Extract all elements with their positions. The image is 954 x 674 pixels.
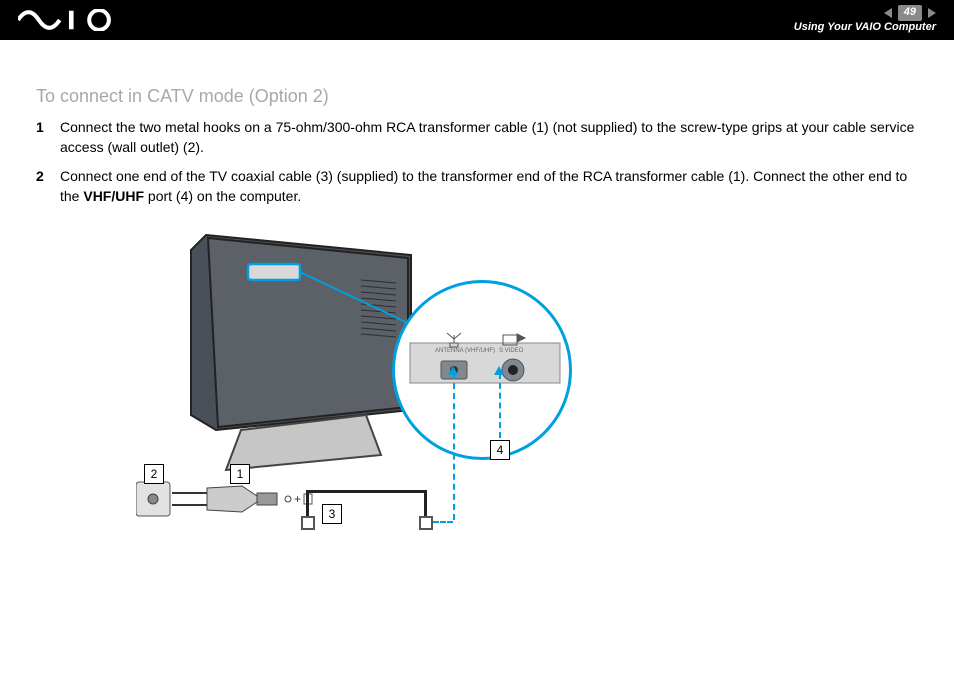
callout-2: 2 — [144, 464, 164, 484]
step-1-text: Connect the two metal hooks on a 75-ohm/… — [60, 119, 914, 155]
callout-1: 1 — [230, 464, 250, 484]
callout-line-4 — [499, 373, 501, 438]
header-right: 49 Using Your VAIO Computer — [794, 5, 936, 35]
step-2-text-b: port (4) on the computer. — [144, 188, 301, 204]
callout-line-3 — [453, 373, 455, 520]
callout-4: 4 — [490, 440, 510, 460]
page-content: To connect in CATV mode (Option 2) Conne… — [0, 40, 954, 558]
arrow-icon — [448, 366, 458, 375]
step-2-bold: VHF/UHF — [83, 188, 144, 204]
coax-cable — [306, 490, 426, 493]
coax-plug-right — [419, 516, 433, 530]
coax-plug-left — [301, 516, 315, 530]
callout-3: 3 — [322, 504, 342, 524]
brand-logo — [18, 9, 128, 31]
page-prev-icon[interactable] — [884, 8, 892, 18]
svg-text:+: + — [294, 492, 301, 506]
callout-line-3h — [433, 521, 453, 523]
section-title: To connect in CATV mode (Option 2) — [36, 86, 918, 107]
zoom-label-svideo: S VIDEO — [499, 348, 523, 354]
illustration: + — [136, 220, 656, 530]
step-list: Connect the two metal hooks on a 75-ohm/… — [36, 117, 918, 206]
zoom-label-antenna: ANTENNA (VHF/UHF) — [435, 348, 495, 354]
header-bar: 49 Using Your VAIO Computer — [0, 0, 954, 40]
arrow-icon — [494, 366, 504, 375]
page-nav: 49 — [884, 5, 936, 21]
step-2: Connect one end of the TV coaxial cable … — [36, 166, 918, 207]
page-number: 49 — [898, 5, 922, 21]
zoom-circle: ANTENNA (VHF/UHF) S VIDEO — [392, 280, 572, 460]
section-name: Using Your VAIO Computer — [794, 21, 936, 35]
page-next-icon[interactable] — [928, 8, 936, 18]
step-1: Connect the two metal hooks on a 75-ohm/… — [36, 117, 918, 158]
